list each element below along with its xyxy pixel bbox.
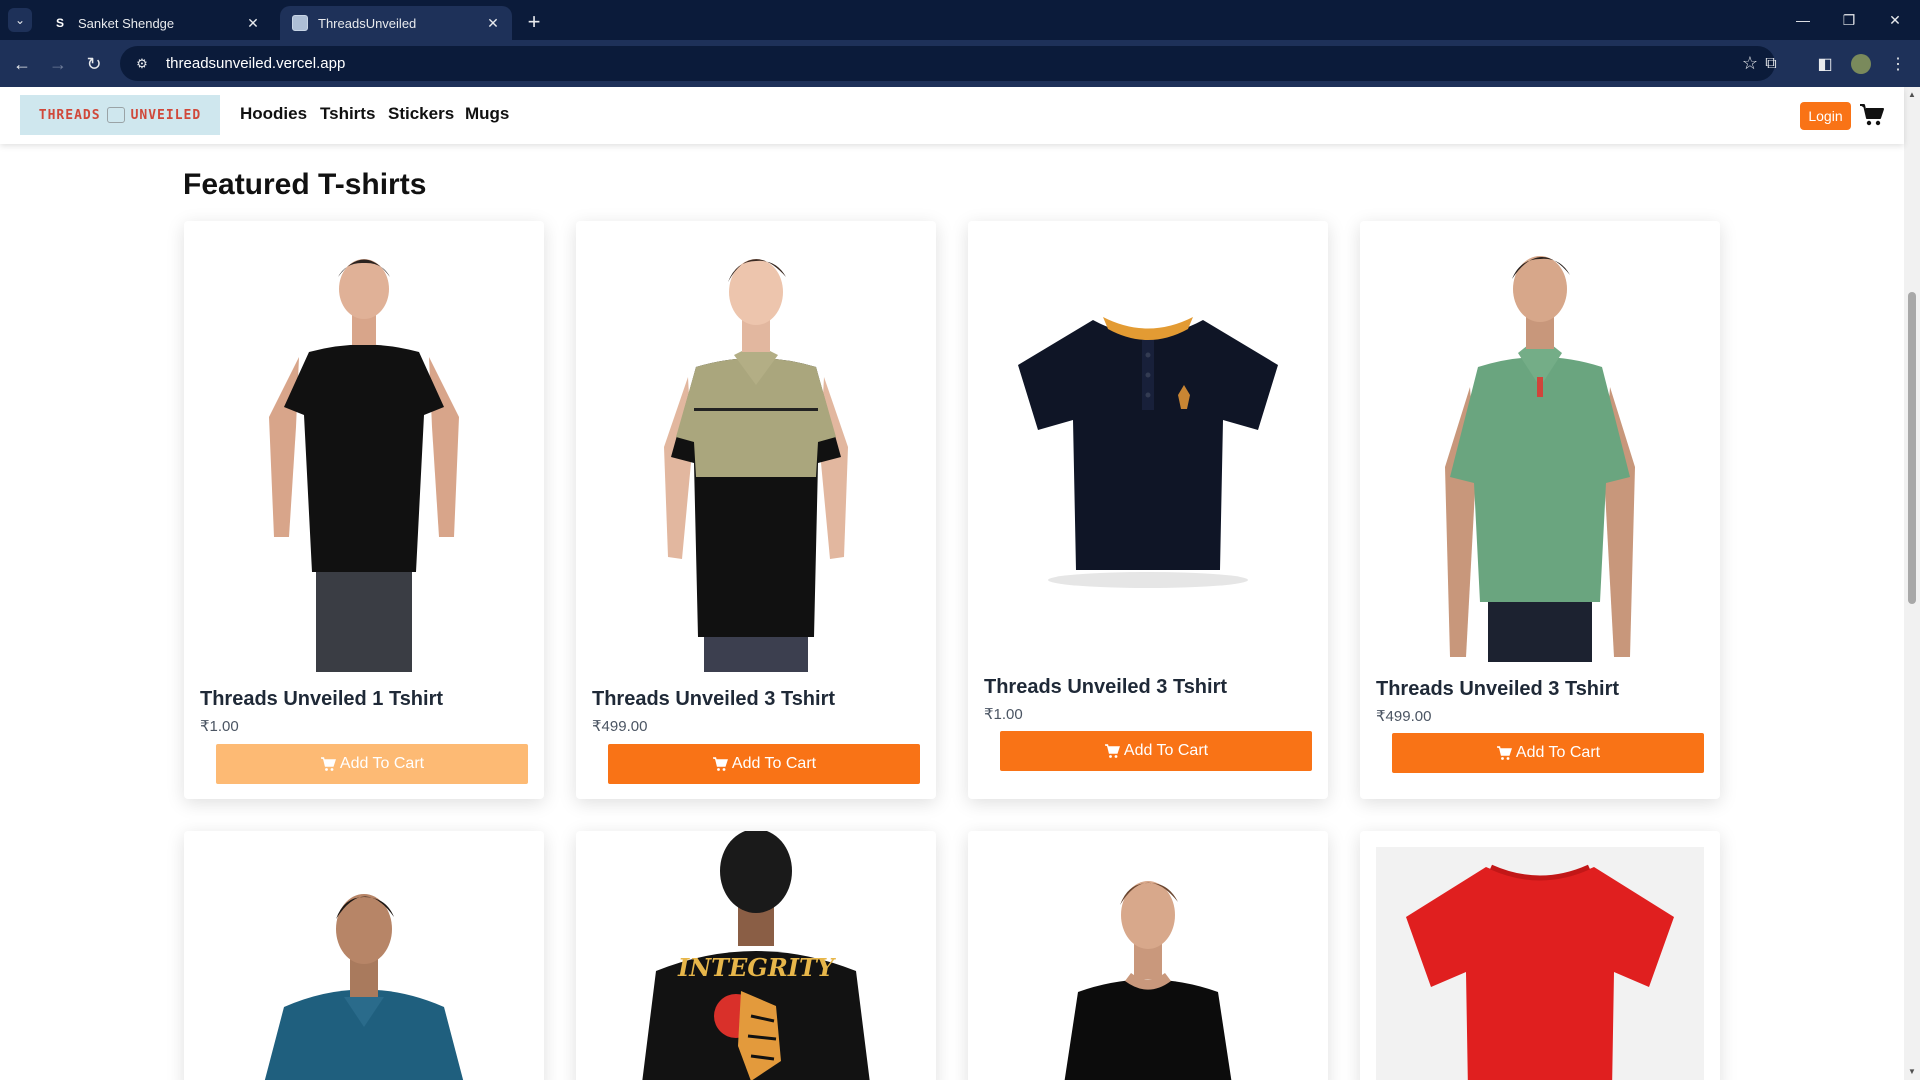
logo-box-icon [106,107,125,123]
add-to-cart-button[interactable]: Add To Cart [216,744,528,784]
close-window-icon[interactable]: ✕ [1872,0,1918,40]
nav-link-stickers[interactable]: Stickers [388,104,454,124]
product-price: ₹499.00 [592,718,648,735]
product-price: ₹1.00 [200,718,239,735]
product-name[interactable]: Threads Unveiled 3 Tshirt [1376,678,1619,701]
product-image-olive-black-polo[interactable] [592,237,920,672]
restore-icon[interactable]: ❐ [1826,0,1872,40]
browser-tab-bar: ⌄ S Sanket Shendge ✕ ThreadsUnveiled ✕ +… [0,0,1920,40]
login-button[interactable]: Login [1800,102,1851,130]
scroll-down-icon[interactable]: ▼ [1908,1068,1916,1076]
arrow-right-icon[interactable]: → [43,49,73,79]
nav-link-tshirts[interactable]: Tshirts [320,104,375,124]
page-icon [292,15,308,31]
add-to-cart-button[interactable]: Add To Cart [608,744,920,784]
nav-link-mugs[interactable]: Mugs [465,104,509,124]
product-name[interactable]: Threads Unveiled 1 Tshirt [200,688,443,711]
chevron-down-icon[interactable]: ⌄ [8,8,32,32]
product-card[interactable]: Threads Unveiled 3 Tshirt ₹1.00 Add To C… [968,221,1328,799]
scrollbar-thumb[interactable] [1908,292,1916,604]
side-panel-icon[interactable]: ◧ [1811,50,1839,78]
product-card[interactable]: Threads Unveiled 1 Tshirt ₹1.00 Add To C… [184,221,544,799]
svg-text:INTEGRITY: INTEGRITY [677,953,837,982]
product-image-teal-polo[interactable] [200,847,528,1080]
product-image-black-tshirt[interactable] [200,237,528,672]
kebab-menu-icon[interactable]: ⋮ [1884,50,1912,78]
site-logo[interactable]: THREADS UNVEILED [20,95,220,135]
url-text[interactable]: threadsunveiled.vercel.app [166,55,1735,72]
tab-sanket-shendge[interactable]: S Sanket Shendge ✕ [40,6,272,40]
product-image-black-crew-tshirt[interactable] [984,847,1312,1080]
scroll-up-icon[interactable]: ▲ [1908,91,1916,99]
page-scrollbar[interactable]: ▲ ▼ [1904,87,1920,1080]
product-image-green-polo[interactable] [1376,237,1704,662]
product-card[interactable] [968,831,1328,1080]
product-card[interactable]: Threads Unveiled 3 Tshirt ₹499.00 Add To… [1360,221,1720,799]
puzzle-icon[interactable]: ⧉ [1757,50,1785,78]
section-title: Featured T-shirts [183,168,427,201]
tab-title: Sanket Shendge [78,15,175,31]
site-header: THREADS UNVEILED Hoodies Tshirts Sticker… [0,87,1904,144]
product-card[interactable] [1360,831,1720,1080]
add-to-cart-label: Add To Cart [339,755,425,772]
tab-threadsunveiled[interactable]: ThreadsUnveiled ✕ [280,6,512,40]
product-image-navy-polo[interactable] [984,237,1312,653]
product-card[interactable]: INTEGRITY [576,831,936,1080]
cart-icon[interactable] [1859,102,1885,128]
product-price: ₹499.00 [1376,708,1432,725]
minimize-icon[interactable]: — [1780,0,1826,40]
nav-link-hoodies[interactable]: Hoodies [240,104,307,124]
avatar[interactable] [1851,54,1871,74]
cart-icon [712,757,728,771]
logo-text-right: UNVEILED [130,107,202,123]
tab-title: ThreadsUnveiled [318,15,417,31]
cart-icon [1104,744,1120,758]
arrow-left-icon[interactable]: ← [7,49,37,79]
cart-icon [1496,746,1512,760]
site-settings-icon[interactable]: ⚙ [124,50,160,78]
add-to-cart-label: Add To Cart [731,755,817,772]
product-image-red-tshirt[interactable] [1376,847,1704,1080]
plus-icon[interactable]: + [520,8,548,36]
address-bar[interactable]: ⚙ threadsunveiled.vercel.app ☆ [120,46,1775,81]
reload-icon[interactable]: ↻ [79,49,109,79]
product-card[interactable] [184,831,544,1080]
add-to-cart-button[interactable]: Add To Cart [1000,731,1312,771]
cart-icon [320,757,336,771]
product-name[interactable]: Threads Unveiled 3 Tshirt [592,688,835,711]
browser-toolbar: ← → ↻ ⚙ threadsunveiled.vercel.app ☆ ⧉ ◧… [0,40,1920,87]
logo-text-left: THREADS [38,107,101,123]
close-icon[interactable]: ✕ [484,14,502,32]
page-viewport: THREADS UNVEILED Hoodies Tshirts Sticker… [0,87,1920,1080]
product-image-integrity-tiger-back[interactable]: INTEGRITY [592,831,920,1080]
product-name[interactable]: Threads Unveiled 3 Tshirt [984,676,1227,699]
add-to-cart-label: Add To Cart [1515,744,1601,761]
product-card[interactable]: Threads Unveiled 3 Tshirt ₹499.00 Add To… [576,221,936,799]
tab-favicon: S [55,16,64,30]
product-price: ₹1.00 [984,706,1023,723]
close-icon[interactable]: ✕ [244,14,262,32]
add-to-cart-button[interactable]: Add To Cart [1392,733,1704,773]
add-to-cart-label: Add To Cart [1123,742,1209,759]
